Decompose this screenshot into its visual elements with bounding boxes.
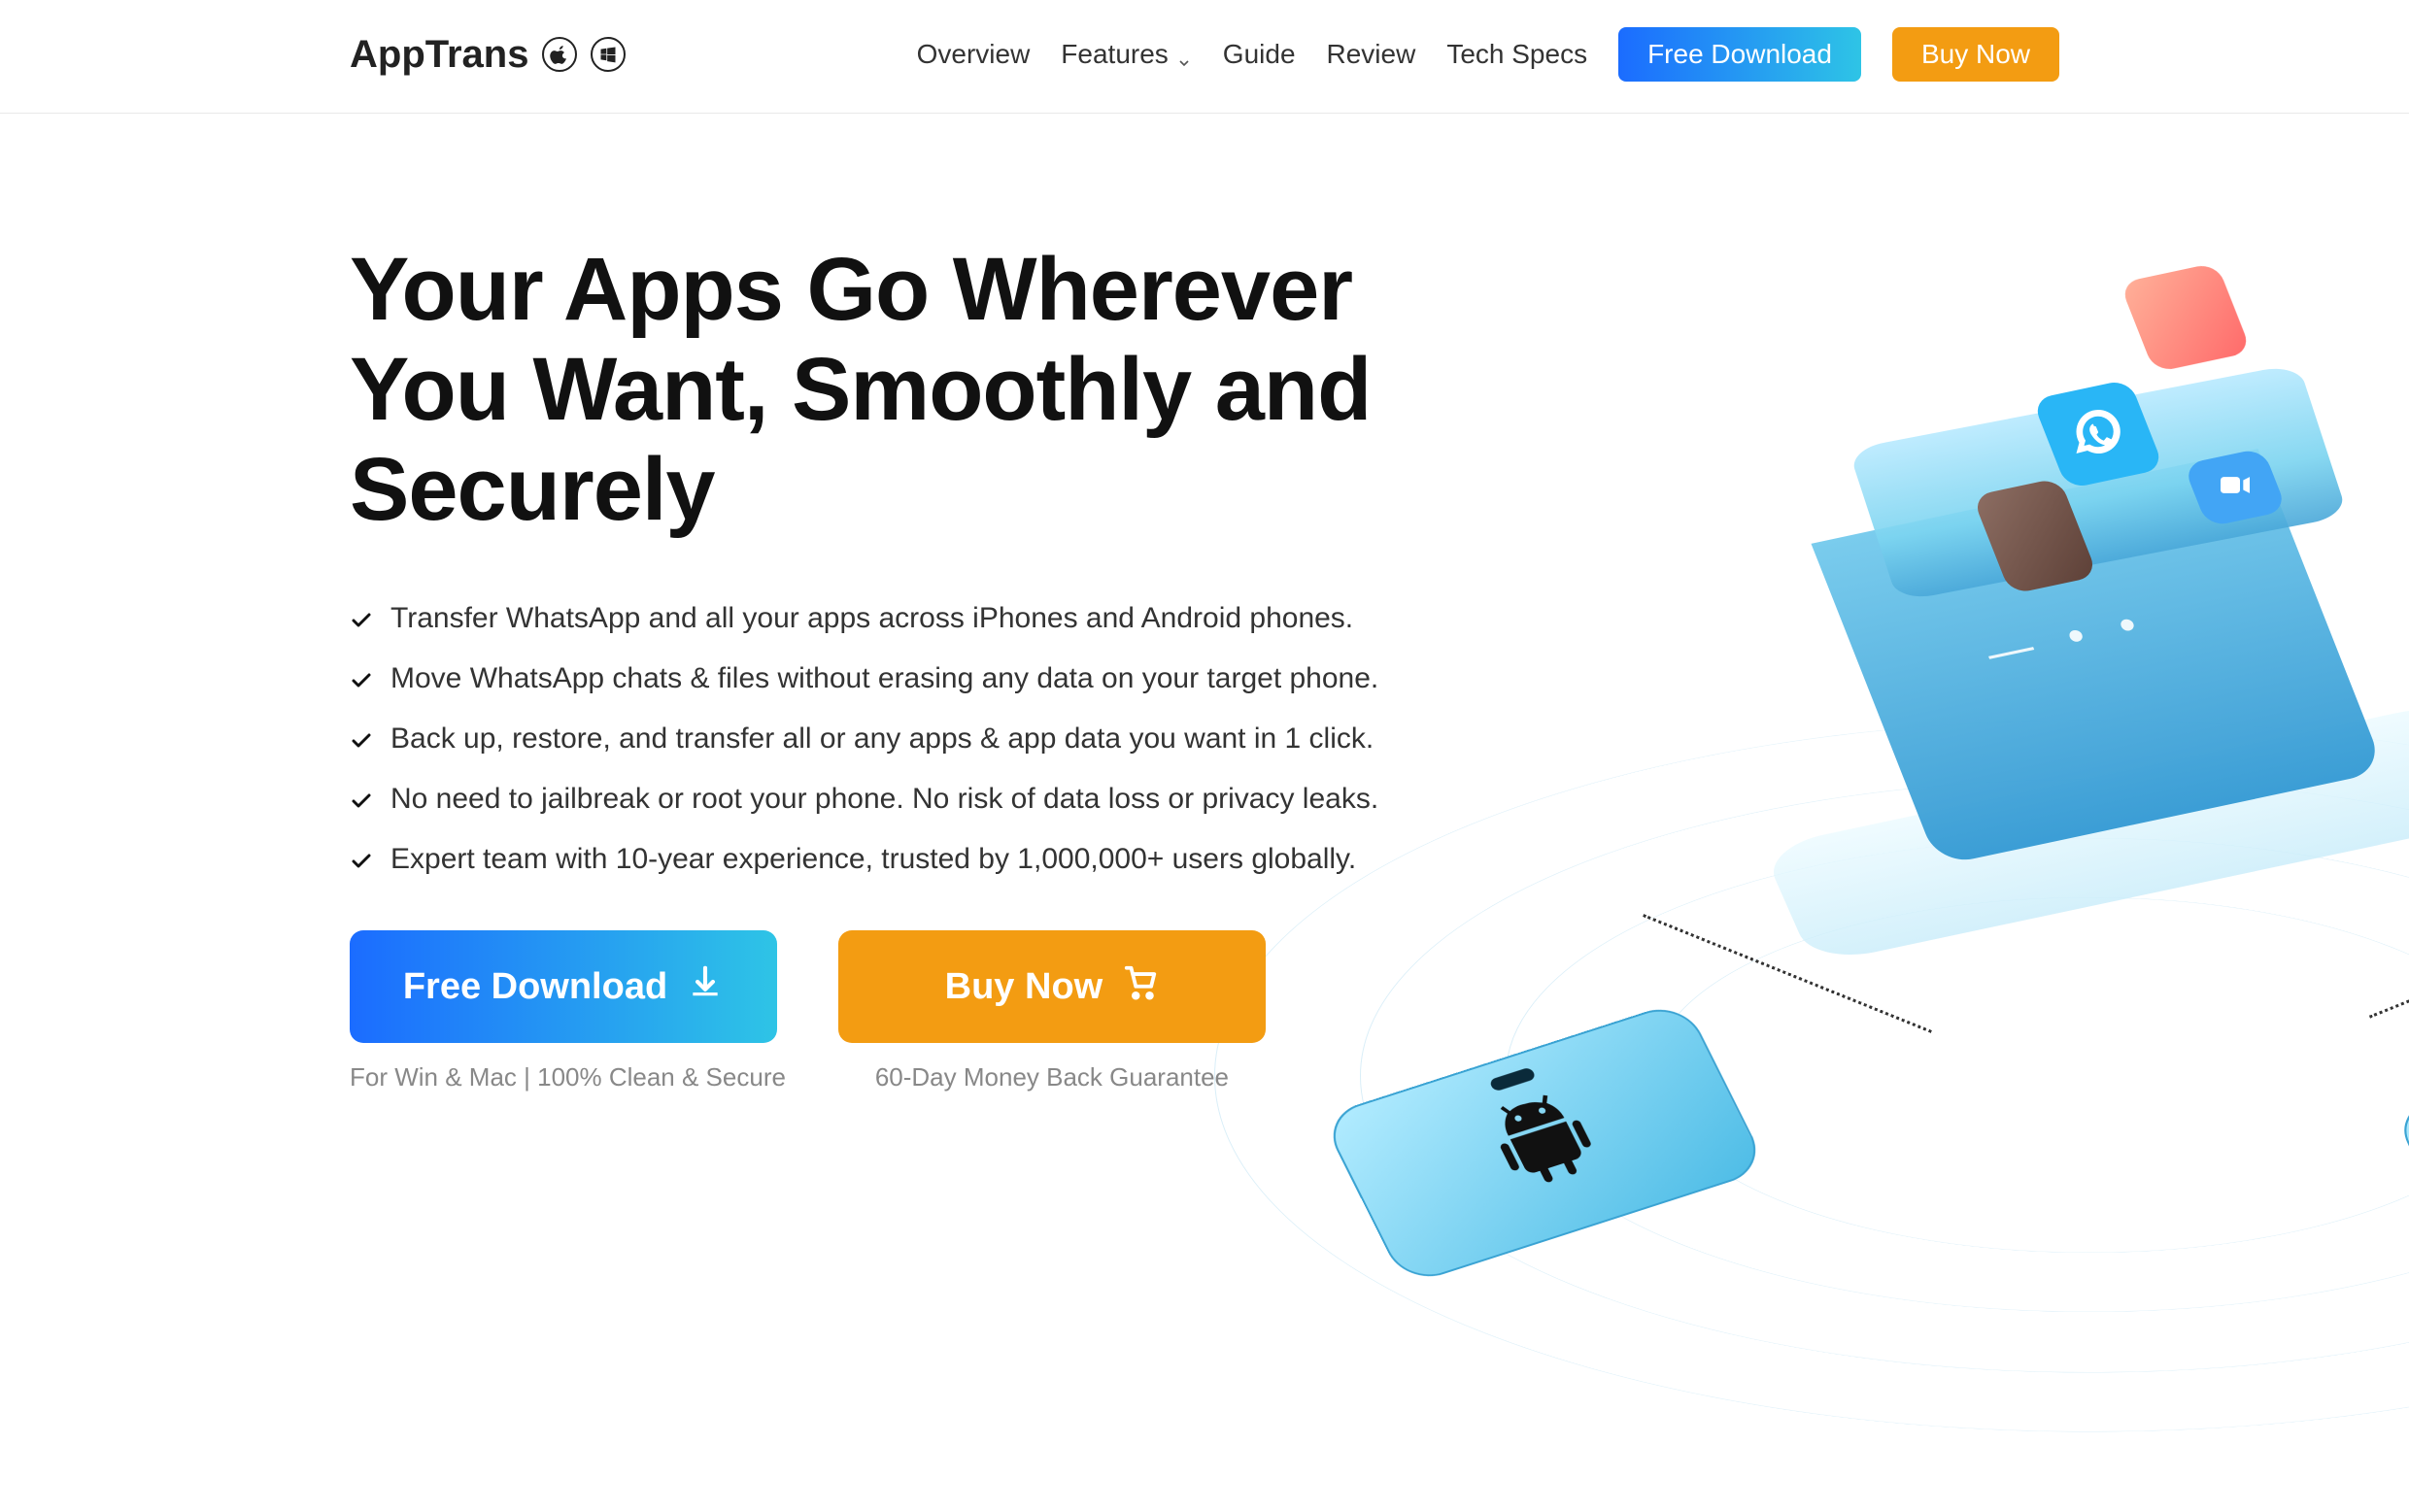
windows-icon[interactable] xyxy=(591,37,626,72)
cta-download-button[interactable]: Free Download xyxy=(350,930,777,1043)
feature-item: Transfer WhatsApp and all your apps acro… xyxy=(350,602,1379,635)
cta-row: Free Download For Win & Mac | 100% Clean… xyxy=(350,930,1379,1092)
feature-item: Expert team with 10-year experience, tru… xyxy=(350,843,1379,876)
cta-download-col: Free Download For Win & Mac | 100% Clean… xyxy=(350,930,786,1092)
main-nav: Overview Features Guide Review Tech Spec… xyxy=(917,27,2059,82)
nav-features-label: Features xyxy=(1061,39,1169,70)
cta-buy-label: Buy Now xyxy=(945,966,1103,1008)
feature-list: Transfer WhatsApp and all your apps acro… xyxy=(350,602,1379,876)
brand-name: AppTrans xyxy=(350,33,528,77)
feature-item: No need to jailbreak or root your phone.… xyxy=(350,783,1379,816)
check-icon xyxy=(350,727,373,751)
check-icon xyxy=(350,667,373,690)
chevron-down-icon xyxy=(1176,47,1192,62)
nav-overview[interactable]: Overview xyxy=(917,39,1031,70)
cta-download-sub: For Win & Mac | 100% Clean & Secure xyxy=(350,1062,786,1092)
feature-text: Back up, restore, and transfer all or an… xyxy=(390,722,1374,756)
app-tile-photo-icon xyxy=(2120,262,2252,373)
nav-features[interactable]: Features xyxy=(1061,39,1192,70)
feature-item: Back up, restore, and transfer all or an… xyxy=(350,722,1379,756)
cta-buy-sub: 60-Day Money Back Guarantee xyxy=(838,1062,1266,1092)
hero-illustration: — • • xyxy=(1438,230,2409,1298)
feature-text: No need to jailbreak or root your phone.… xyxy=(390,783,1378,816)
download-icon xyxy=(687,963,724,1010)
feature-text: Move WhatsApp chats & files without eras… xyxy=(390,662,1378,695)
hero-section: Your Apps Go Wherever You Want, Smoothly… xyxy=(0,114,2409,1092)
cta-buy-button[interactable]: Buy Now xyxy=(838,930,1266,1043)
apple-icon[interactable] xyxy=(542,37,577,72)
check-icon xyxy=(350,788,373,811)
feature-text: Expert team with 10-year experience, tru… xyxy=(390,843,1356,876)
android-icon xyxy=(1473,1080,1613,1199)
header-buy-button[interactable]: Buy Now xyxy=(1892,27,2059,82)
nav-guide[interactable]: Guide xyxy=(1223,39,1296,70)
check-icon xyxy=(350,848,373,871)
cube: — • • xyxy=(1846,347,2351,852)
cta-buy-col: Buy Now 60-Day Money Back Guarantee xyxy=(838,930,1266,1092)
cart-icon xyxy=(1122,963,1159,1010)
nav-review[interactable]: Review xyxy=(1327,39,1416,70)
hero-content: Your Apps Go Wherever You Want, Smoothly… xyxy=(350,240,1379,1092)
feature-item: Move WhatsApp chats & files without eras… xyxy=(350,662,1379,695)
header-download-button[interactable]: Free Download xyxy=(1618,27,1861,82)
nav-techspecs[interactable]: Tech Specs xyxy=(1446,39,1587,70)
cta-download-label: Free Download xyxy=(403,966,667,1008)
hero-title: Your Apps Go Wherever You Want, Smoothly… xyxy=(350,240,1379,540)
check-icon xyxy=(350,607,373,630)
feature-text: Transfer WhatsApp and all your apps acro… xyxy=(390,602,1353,635)
brand: AppTrans xyxy=(350,33,626,77)
site-header: AppTrans Overview Features Guide Review … xyxy=(0,0,2409,114)
